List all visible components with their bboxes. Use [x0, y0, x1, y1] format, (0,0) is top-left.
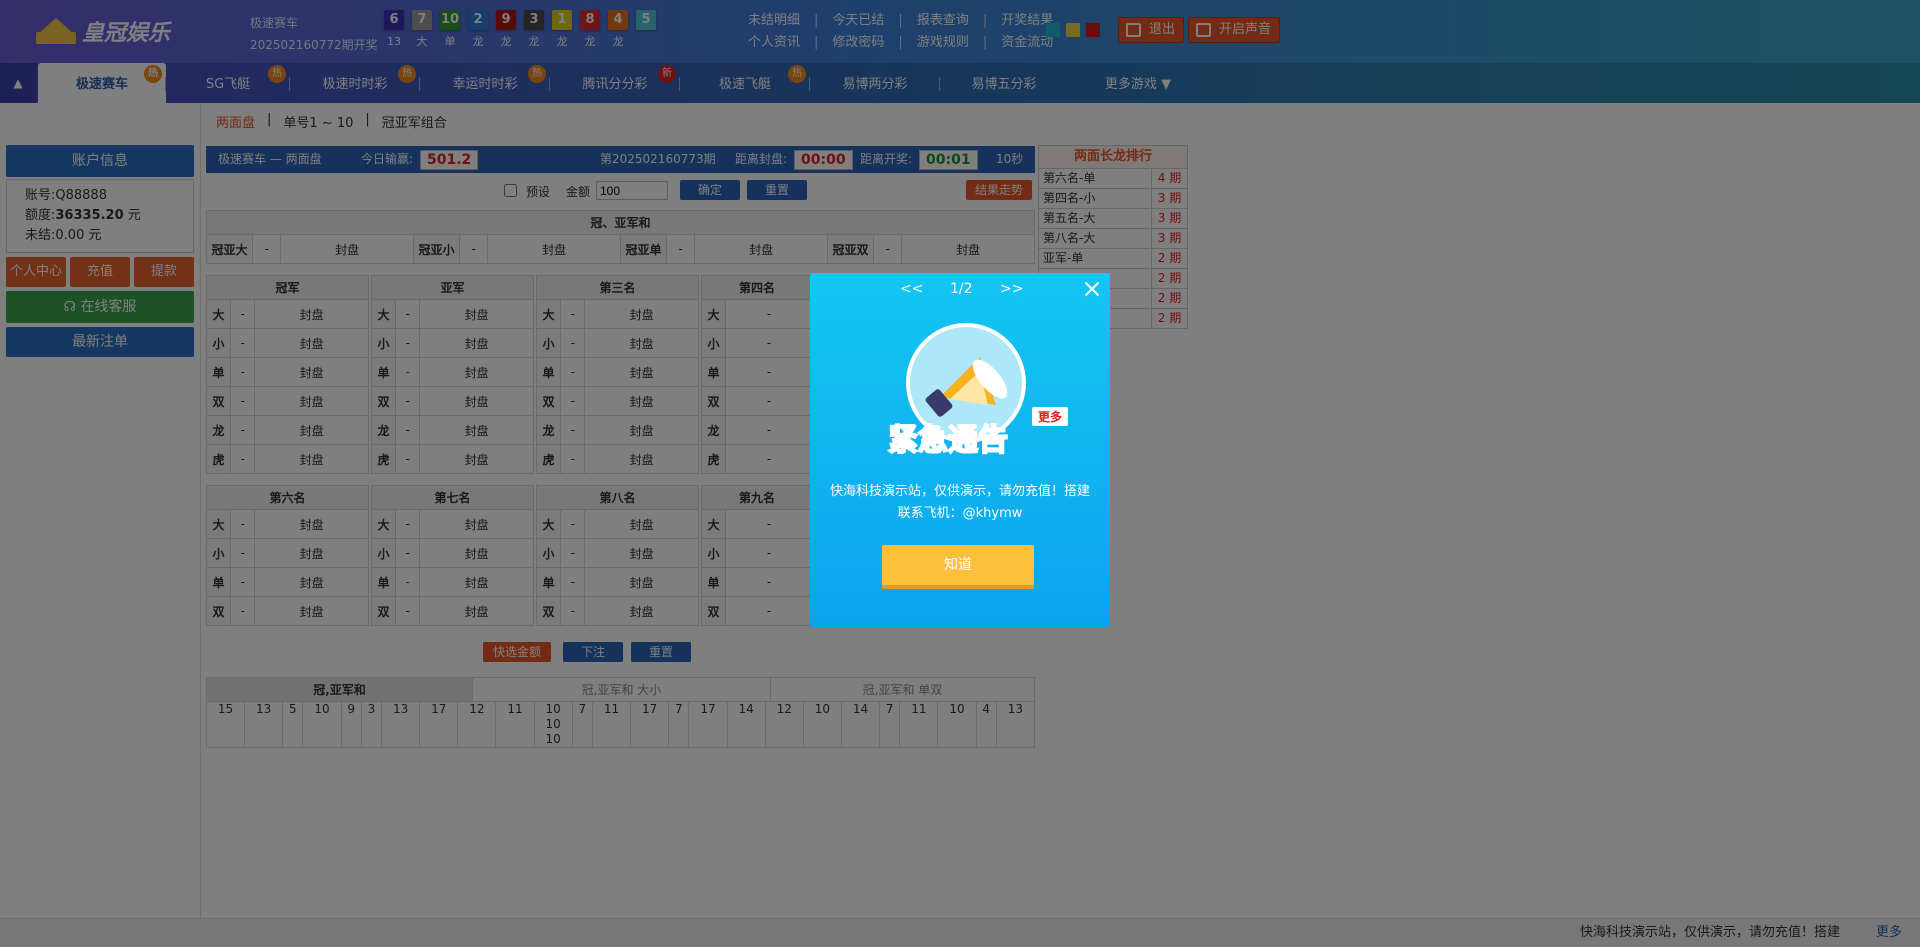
close-icon[interactable] — [1084, 281, 1100, 297]
acknowledge-button[interactable]: 知道 — [882, 545, 1034, 589]
modal-page: 1/2 — [950, 281, 973, 297]
modal-next[interactable]: >> — [1000, 281, 1023, 297]
announcement-modal: << 1/2 >> 紧急通告 更多 快海科技演示站，仅供演示，请勿充值！搭建联系… — [810, 273, 1110, 627]
modal-more-tag[interactable]: 更多 — [1032, 407, 1069, 426]
modal-notice: 快海科技演示站，仅供演示，请勿充值！搭建联系飞机：@khymw — [830, 484, 1091, 521]
modal-headline: 紧急通告 — [887, 422, 1009, 459]
modal-prev[interactable]: << — [900, 281, 923, 297]
modal-pager: << 1/2 >> — [810, 281, 1110, 301]
